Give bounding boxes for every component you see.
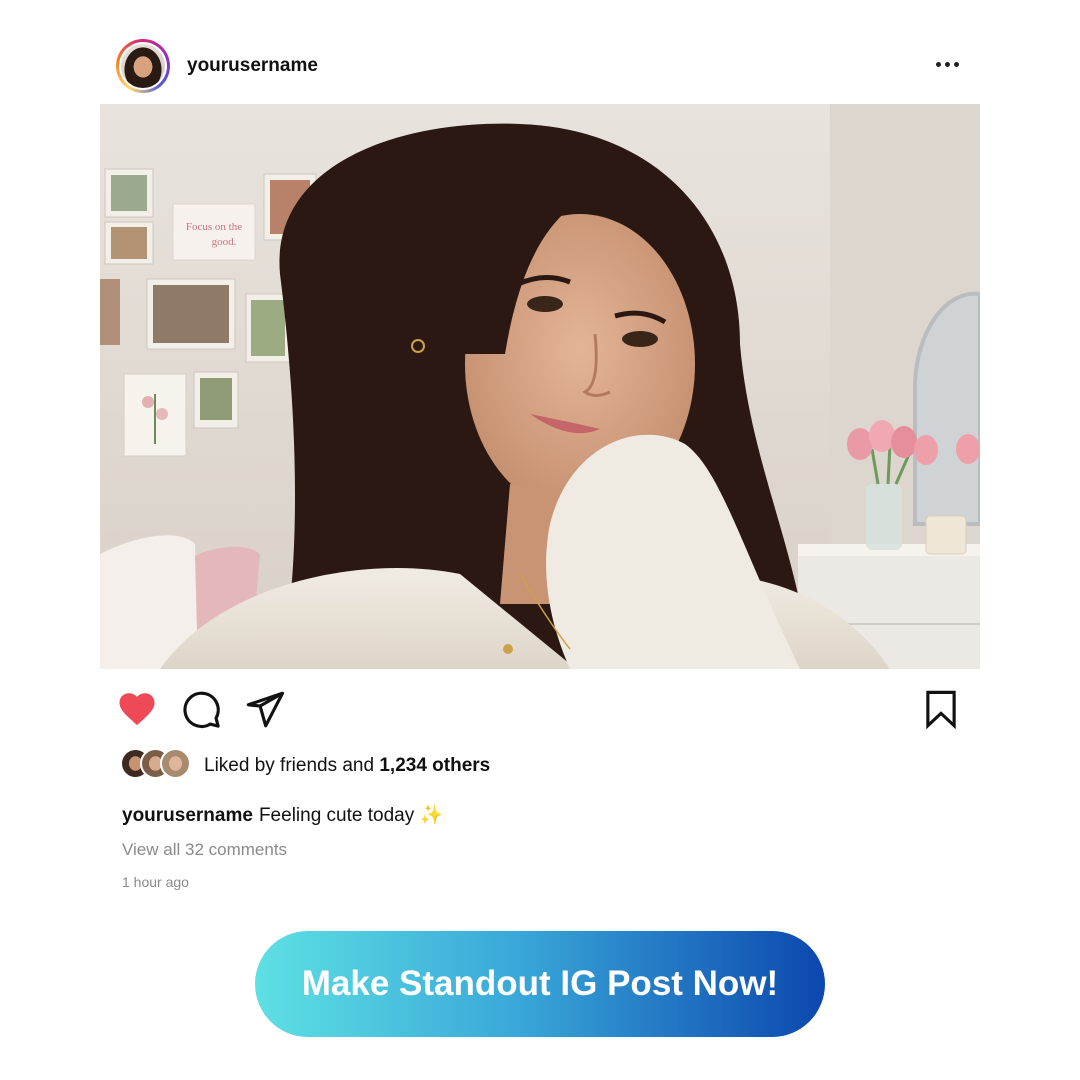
caption-username[interactable]: yourusername (122, 805, 253, 826)
wall-sign-text: Focus on the (186, 221, 242, 233)
cta-button[interactable]: Make Standout IG Post Now! (255, 931, 825, 1037)
avatar-image (121, 44, 165, 88)
likes-summary[interactable]: Liked by friends and 1,234 others (204, 755, 490, 777)
more-options-icon[interactable] (934, 58, 960, 70)
post-actions-bar (100, 683, 980, 733)
comment-icon[interactable] (180, 688, 222, 730)
bookmark-icon[interactable] (920, 688, 962, 730)
share-icon[interactable] (244, 688, 286, 730)
svg-text:good.: good. (212, 236, 237, 248)
avatar (160, 748, 191, 779)
post-username[interactable]: yourusername (187, 55, 318, 77)
likes-row: Liked by friends and 1,234 others (120, 748, 960, 782)
view-comments-link[interactable]: View all 32 comments (122, 840, 287, 860)
likes-count: 1,234 others (379, 755, 491, 776)
post-timestamp: 1 hour ago (122, 874, 189, 890)
heart-icon[interactable] (116, 688, 158, 730)
caption-text: Feeling cute today (258, 805, 420, 826)
liked-by-text: Liked by friends and (204, 755, 380, 776)
friend-avatars[interactable] (120, 748, 194, 780)
post-header: yourusername (100, 28, 980, 104)
post-photo-illustration: Focus on the good. (100, 104, 980, 669)
instagram-post-card: yourusername Focus on the good. Liked by… (100, 28, 980, 908)
sparkles-emoji: ✨ (419, 805, 444, 826)
post-photo[interactable]: Focus on the good. (100, 104, 980, 669)
post-caption: yourusername Feeling cute today ✨ (122, 803, 443, 827)
profile-avatar[interactable] (116, 39, 170, 93)
